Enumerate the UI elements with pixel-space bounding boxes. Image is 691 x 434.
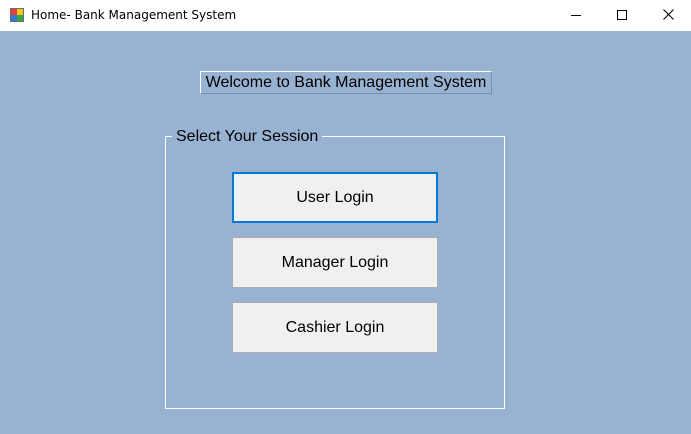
manager-login-button[interactable]: Manager Login <box>232 237 438 288</box>
title-bar[interactable]: Home- Bank Management System <box>0 0 691 31</box>
close-button[interactable] <box>645 0 691 31</box>
minimize-icon <box>571 7 581 25</box>
app-icon <box>10 8 24 22</box>
window-title: Home- Bank Management System <box>31 8 237 22</box>
session-groupbox: Select Your Session User Login Manager L… <box>165 128 505 409</box>
close-icon <box>662 7 674 25</box>
minimize-button[interactable] <box>553 0 599 31</box>
user-login-button[interactable]: User Login <box>232 172 438 223</box>
session-groupbox-legend: Select Your Session <box>172 128 323 145</box>
form-client-area: Welcome to Bank Management System Select… <box>0 31 691 434</box>
maximize-icon <box>617 7 627 25</box>
welcome-label: Welcome to Bank Management System <box>200 71 492 94</box>
maximize-button[interactable] <box>599 0 645 31</box>
cashier-login-button[interactable]: Cashier Login <box>232 302 438 353</box>
